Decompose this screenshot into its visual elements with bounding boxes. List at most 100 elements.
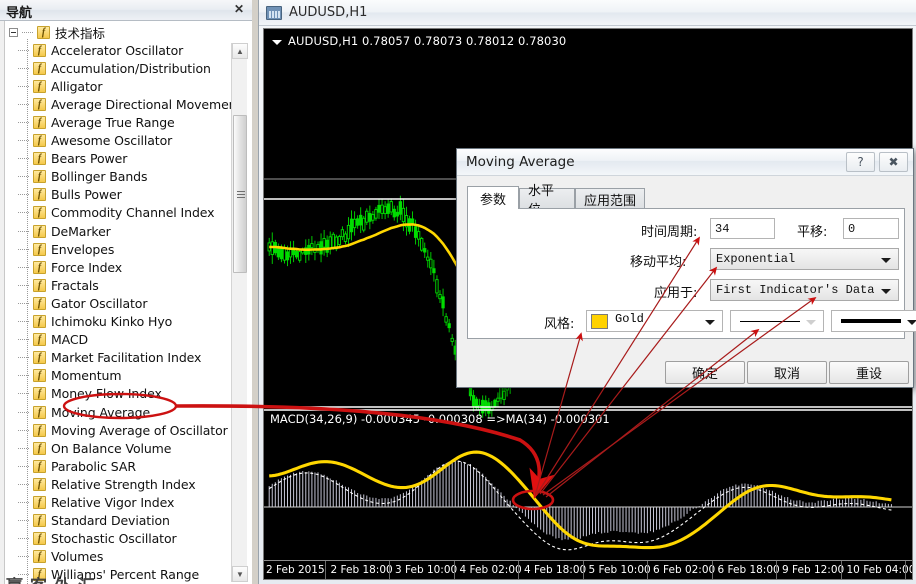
navigator-tree[interactable]: f 技术指标 f Accelerator Oscillator f Accumulat… bbox=[0, 21, 252, 584]
list-item[interactable]: f DeMarker bbox=[18, 222, 111, 240]
list-item[interactable]: f Volumes bbox=[18, 548, 103, 566]
list-item[interactable]: f Parabolic SAR bbox=[18, 457, 136, 475]
list-item[interactable]: f Envelopes bbox=[18, 240, 114, 258]
method-label: 移动平均: bbox=[630, 255, 687, 270]
shift-input[interactable]: 0 bbox=[843, 218, 899, 239]
tab-parameters[interactable]: 参数 bbox=[467, 186, 519, 209]
list-item[interactable]: f Relative Vigor Index bbox=[18, 494, 174, 512]
list-item[interactable]: f Bears Power bbox=[18, 150, 127, 168]
list-item-label: Awesome Oscillator bbox=[51, 133, 173, 148]
period-label: 时间周期: bbox=[641, 225, 698, 240]
function-icon: f bbox=[33, 514, 46, 528]
close-icon[interactable]: ✖ bbox=[879, 152, 908, 172]
tree-root-node[interactable]: f 技术指标 bbox=[9, 23, 105, 41]
list-item-label: On Balance Volume bbox=[51, 440, 172, 456]
list-item[interactable]: f MACD bbox=[18, 331, 88, 349]
scroll-up-icon[interactable]: ▲ bbox=[232, 43, 248, 59]
tree-connector bbox=[18, 502, 30, 503]
function-icon: f bbox=[33, 532, 46, 546]
list-item[interactable]: f Force Index bbox=[18, 258, 122, 276]
axis-tick-label: 4 Feb 18:00 bbox=[524, 564, 587, 576]
list-item[interactable]: f Awesome Oscillator bbox=[18, 132, 172, 150]
color-select[interactable]: Gold bbox=[586, 310, 723, 332]
apply-to-select[interactable]: First Indicator's Data bbox=[710, 279, 899, 301]
tab-levels[interactable]: 水平位 bbox=[519, 184, 575, 218]
collapse-icon[interactable] bbox=[9, 27, 18, 37]
function-icon: f bbox=[33, 242, 46, 256]
list-item[interactable]: f Accumulation/Distribution bbox=[18, 59, 211, 77]
list-item[interactable]: f Fractals bbox=[18, 276, 99, 294]
list-item[interactable]: f Moving Average of Oscillator bbox=[18, 421, 228, 439]
tab-parameters-label: 参数 bbox=[479, 192, 506, 208]
list-item-label: Williams' Percent Range bbox=[51, 567, 200, 583]
dialog-title: Moving Average bbox=[466, 154, 575, 170]
scroll-down-icon[interactable]: ▼ bbox=[232, 566, 248, 582]
list-item[interactable]: f Average True Range bbox=[18, 113, 175, 131]
scrollbar-thumb[interactable] bbox=[233, 115, 247, 273]
list-item[interactable]: f On Balance Volume bbox=[18, 439, 171, 457]
list-item-label: Alligator bbox=[51, 78, 103, 94]
list-item[interactable]: f Bollinger Bands bbox=[18, 168, 148, 186]
list-item[interactable]: f Standard Deviation bbox=[18, 512, 170, 530]
list-item[interactable]: f Ichimoku Kinko Hyo bbox=[18, 313, 172, 331]
function-icon: f bbox=[33, 79, 46, 93]
color-value: Gold bbox=[615, 312, 644, 326]
list-item[interactable]: f Relative Strength Index bbox=[18, 475, 196, 493]
tree-connector bbox=[18, 375, 30, 377]
time-axis: 2 Feb 2015 2 Feb 18:00 3 Feb 10:00 4 Feb 02… bbox=[264, 560, 912, 579]
method-select[interactable]: Exponential bbox=[710, 248, 899, 270]
tab-visualization[interactable]: 应用范围 bbox=[575, 188, 645, 209]
apply-to-label: 应用于: bbox=[654, 286, 698, 301]
axis-tick bbox=[518, 561, 519, 579]
chevron-down-icon bbox=[881, 289, 891, 294]
function-icon: f bbox=[33, 315, 46, 328]
navigator-scrollbar[interactable]: ▲ ▼ bbox=[231, 43, 248, 582]
list-item-label: MACD bbox=[51, 332, 89, 348]
reset-button[interactable]: 重设 bbox=[829, 361, 909, 384]
tree-connector bbox=[18, 212, 30, 214]
function-icon: f bbox=[33, 441, 46, 455]
ok-button[interactable]: 确定 bbox=[665, 361, 745, 384]
list-item[interactable]: f Bulls Power bbox=[18, 186, 122, 204]
axis-tick bbox=[582, 561, 584, 579]
list-item[interactable]: f Commodity Channel Index bbox=[18, 204, 215, 222]
chevron-down-icon[interactable] bbox=[272, 40, 282, 45]
function-icon: f bbox=[33, 61, 46, 75]
axis-tick bbox=[711, 561, 713, 579]
tree-connector bbox=[18, 230, 30, 232]
function-icon: f bbox=[33, 115, 46, 129]
color-swatch bbox=[591, 314, 608, 329]
help-icon[interactable]: ? bbox=[846, 152, 875, 172]
parameters-panel: 时间周期: 34 平移: 0 移动平均: Exponential 应用于: Fi… bbox=[467, 208, 916, 339]
list-item[interactable]: f Alligator bbox=[18, 77, 102, 95]
line-style-preview bbox=[740, 321, 800, 322]
tree-connector bbox=[18, 85, 30, 87]
axis-tick-label: 3 Feb 10:00 bbox=[395, 564, 458, 576]
line-style-select[interactable] bbox=[730, 310, 824, 332]
period-input[interactable]: 34 bbox=[710, 218, 775, 239]
list-item[interactable]: f Stochastic Oscillator bbox=[18, 530, 177, 548]
tree-connector bbox=[18, 447, 30, 449]
list-item-label: Standard Deviation bbox=[51, 513, 170, 529]
tree-connector bbox=[18, 321, 30, 322]
chart-titlebar: AUDUSD,H1 bbox=[259, 0, 916, 26]
list-item-label: Gator Oscillator bbox=[51, 295, 148, 311]
list-item[interactable]: f Gator Oscillator bbox=[18, 294, 148, 312]
list-item[interactable]: f Average Directional Movemen bbox=[18, 95, 237, 113]
list-item[interactable]: f Market Facilitation Index bbox=[18, 349, 201, 367]
list-item[interactable]: f Accelerator Oscillator bbox=[18, 41, 183, 59]
chevron-down-icon bbox=[705, 320, 715, 325]
list-item[interactable]: f Moving Average bbox=[18, 403, 150, 421]
cancel-button[interactable]: 取消 bbox=[747, 361, 827, 384]
list-item[interactable]: f Money Flow Index bbox=[18, 385, 162, 403]
moving-average-dialog[interactable]: Moving Average ? ✖ 参数 水平位 应用范围 时间周期: 34 bbox=[456, 148, 916, 388]
line-width-select[interactable] bbox=[831, 310, 916, 332]
list-item[interactable]: f Williams' Percent Range bbox=[18, 566, 199, 584]
function-icon: f bbox=[33, 423, 46, 437]
axis-tick-label: 5 Feb 10:00 bbox=[588, 564, 651, 576]
list-item-label: Ichimoku Kinko Hyo bbox=[51, 314, 173, 329]
close-icon[interactable]: ✕ bbox=[232, 3, 246, 17]
function-icon: f bbox=[33, 477, 46, 491]
axis-tick bbox=[840, 561, 842, 579]
list-item[interactable]: f Momentum bbox=[18, 367, 122, 385]
